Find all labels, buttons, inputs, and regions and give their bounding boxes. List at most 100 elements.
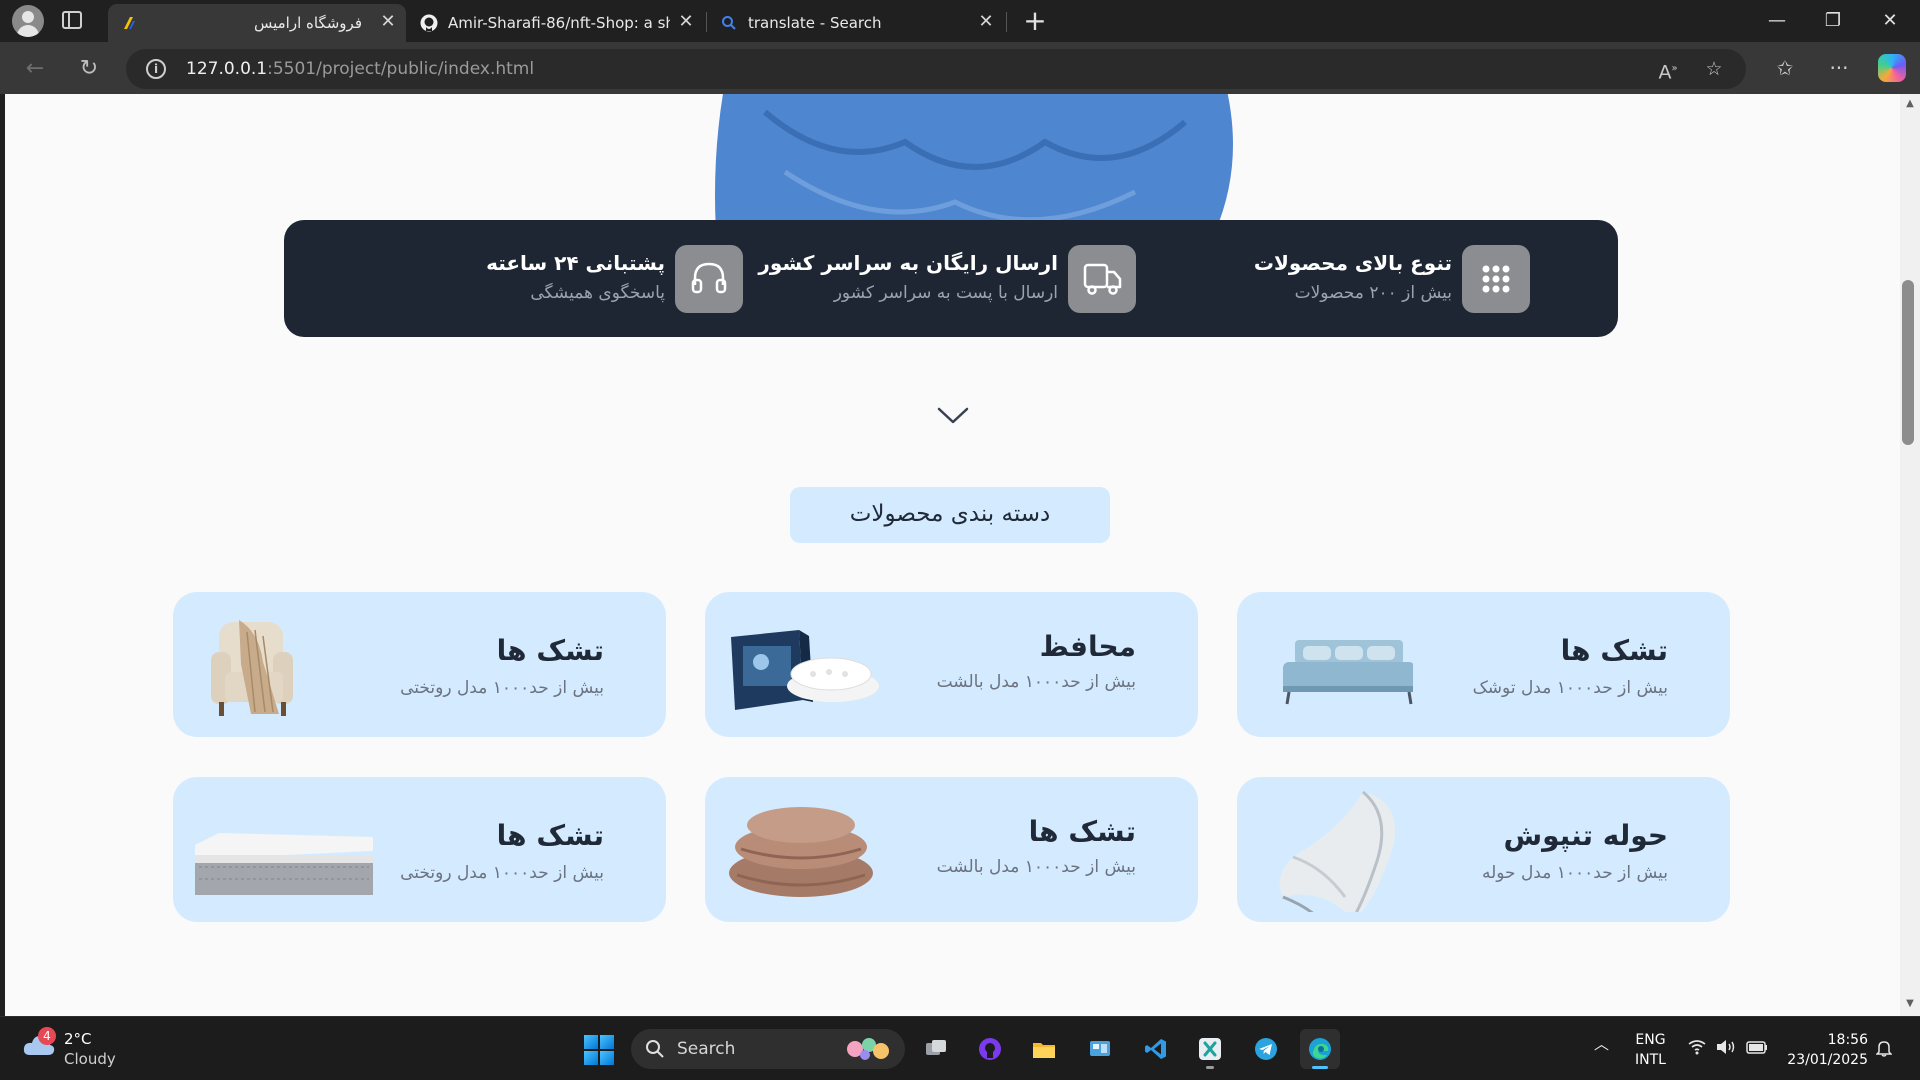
categories-heading: دسته بندی محصولات (790, 487, 1110, 543)
tab-github[interactable]: Amir-Sharafi-86/nft-Shop: a shop ✕ (408, 4, 704, 42)
chevron-down-icon[interactable] (935, 404, 971, 426)
tab-close-icon[interactable]: ✕ (676, 12, 696, 32)
folder-icon (1033, 1043, 1055, 1058)
favorites-icon[interactable]: ✩ (1770, 53, 1800, 83)
headphones-icon (675, 245, 743, 313)
taskbar-control-panel[interactable] (1080, 1029, 1120, 1069)
tab-strip: فروشگاه ارامیس ✕ Amir-Sharafi-86/nft-Sho… (0, 0, 1920, 42)
running-indicator (1206, 1066, 1214, 1069)
tab-close-icon[interactable]: ✕ (378, 12, 398, 32)
feature-title: ارسال رایگان به سراسر کشور (758, 251, 1058, 275)
language-code: ENG (1635, 1032, 1666, 1048)
active-indicator (1312, 1066, 1328, 1069)
tab-actions-icon[interactable] (62, 11, 82, 29)
category-title: تشک ها (496, 819, 604, 852)
read-aloud-icon[interactable]: A» (1656, 57, 1680, 83)
url-path: :5501/project/public/index.html (267, 59, 535, 79)
category-title: حوله تنپوش (1503, 819, 1668, 852)
more-menu-icon[interactable]: ··· (1824, 53, 1854, 83)
back-button[interactable]: ← (18, 52, 52, 86)
search-highlight-art-icon (847, 1038, 889, 1060)
taskbar-file-explorer[interactable] (1024, 1029, 1064, 1069)
protector-image (731, 630, 879, 710)
new-tab-button[interactable]: + (1020, 6, 1050, 36)
feature-subtitle: پاسخگوی همیشگی (530, 283, 665, 303)
towel-image (1279, 790, 1395, 912)
tab-translate-search[interactable]: translate - Search ✕ (708, 4, 1004, 42)
scroll-up-arrow[interactable]: ▲ (1900, 96, 1920, 112)
category-card-bathrobe[interactable]: حوله تنپوش بیش از حد۱۰۰۰ مدل حوله (1237, 777, 1730, 922)
copilot-icon[interactable] (1878, 54, 1906, 82)
url-host: 127.0.0.1 (186, 59, 268, 79)
taskbar-task-view[interactable] (916, 1029, 956, 1069)
vscode-icon (1145, 1039, 1166, 1059)
tab-separator (1006, 12, 1007, 32)
scrollbar-thumb[interactable] (1902, 280, 1914, 445)
notification-bell-icon[interactable] (1876, 1039, 1892, 1057)
x-tool-icon (1199, 1038, 1221, 1060)
tab-close-icon[interactable]: ✕ (976, 12, 996, 32)
window-close-button[interactable]: ✕ (1875, 8, 1905, 34)
url-text[interactable]: 127.0.0.1:5501/project/public/index.html (186, 59, 534, 79)
refresh-button[interactable]: ↻ (72, 52, 106, 86)
favorite-star-icon[interactable]: ☆ (1702, 57, 1726, 81)
tray-overflow-chevron-icon[interactable]: ︿ (1594, 1033, 1609, 1054)
taskbar-edge[interactable] (1300, 1029, 1340, 1069)
restore-button[interactable]: ❐ (1818, 8, 1848, 34)
category-subtitle: بیش از حد۱۰۰۰ مدل توشک (1472, 678, 1668, 698)
weather-temperature[interactable]: 2°C (64, 1030, 92, 1048)
weather-description[interactable]: Cloudy (64, 1050, 116, 1068)
taskbar-vscode[interactable] (1136, 1029, 1176, 1069)
search-icon (722, 16, 736, 30)
battery-icon[interactable] (1746, 1039, 1768, 1055)
input-language[interactable]: ENG INTL (1635, 1030, 1666, 1070)
wifi-icon[interactable] (1688, 1039, 1706, 1055)
category-card-mattress[interactable]: تشک ها بیش از حد۱۰۰۰ مدل توشک (1237, 592, 1730, 737)
taskbar-telegram[interactable] (1246, 1029, 1286, 1069)
scroll-down-arrow[interactable]: ▼ (1900, 996, 1920, 1012)
volume-icon[interactable] (1716, 1039, 1736, 1055)
feature-subtitle: ارسال با پست به سراسر کشور (833, 283, 1058, 303)
category-title: محافظ (1039, 630, 1136, 663)
category-card-bedspread[interactable]: تشک ها بیش از حد۱۰۰۰ مدل روتختی (173, 592, 666, 737)
taskbar-search-box[interactable]: Search (631, 1029, 905, 1069)
language-layout: INTL (1635, 1052, 1666, 1068)
minimize-button[interactable]: — (1762, 8, 1792, 34)
feature-variety: تنوع بالای محصولات بیش از ۲۰۰ محصولات (1230, 245, 1530, 313)
mattress-image (195, 833, 373, 895)
category-subtitle: بیش از حد۱۰۰۰ مدل بالشت (936, 672, 1136, 692)
weather-alert-badge: 4 (38, 1027, 56, 1045)
category-subtitle: بیش از حد۱۰۰۰ مدل حوله (1481, 863, 1668, 883)
taskbar-github-desktop[interactable] (970, 1029, 1010, 1069)
grid-dots-icon (1462, 245, 1530, 313)
feature-free-shipping: ارسال رایگان به سراسر کشور ارسال با پست … (758, 245, 1136, 313)
tab-title: فروشگاه ارامیس (253, 14, 362, 32)
github-desktop-icon (979, 1038, 1001, 1060)
site-info-icon[interactable]: i (146, 59, 166, 79)
address-bar[interactable]: i 127.0.0.1:5501/project/public/index.ht… (126, 49, 1746, 89)
category-subtitle: بیش از حد۱۰۰۰ مدل روتختی (400, 863, 604, 883)
feature-title: پشتبانی ۲۴ ساعته (486, 251, 665, 275)
tab-title: Amir-Sharafi-86/nft-Shop: a shop (448, 14, 670, 32)
windows-taskbar: 4 2°C Cloudy Search ︿ ENG INTL 18:56 23/… (0, 1016, 1920, 1080)
clock-time: 18:56 (1827, 1032, 1868, 1048)
scrollbar-track[interactable] (1900, 94, 1920, 1016)
site-favicon-icon (124, 17, 135, 29)
features-bar: تنوع بالای محصولات بیش از ۲۰۰ محصولات ار… (284, 220, 1618, 337)
profile-avatar-icon[interactable] (12, 5, 44, 37)
category-subtitle: بیش از حد۱۰۰۰ مدل بالشت (936, 857, 1136, 877)
folded-blanket-image (729, 807, 873, 897)
category-title: تشک ها (496, 634, 604, 667)
system-clock[interactable]: 18:56 23/01/2025 (1782, 1030, 1868, 1070)
taskbar-xcode-tool[interactable] (1190, 1029, 1230, 1069)
page-viewport: تنوع بالای محصولات بیش از ۲۰۰ محصولات ار… (5, 94, 1901, 1016)
category-card-protector[interactable]: محافظ بیش از حد۱۰۰۰ مدل بالشت (705, 592, 1198, 737)
tab-aramis-shop[interactable]: فروشگاه ارامیس ✕ (108, 4, 406, 42)
truck-icon (1068, 245, 1136, 313)
github-icon (420, 14, 438, 32)
category-card-folded-blanket[interactable]: تشک ها بیش از حد۱۰۰۰ مدل بالشت (705, 777, 1198, 922)
windows-start-icon[interactable] (584, 1035, 614, 1065)
category-title: تشک ها (1028, 815, 1136, 848)
category-card-mattress-2[interactable]: تشک ها بیش از حد۱۰۰۰ مدل روتختی (173, 777, 666, 922)
category-subtitle: بیش از حد۱۰۰۰ مدل روتختی (400, 678, 604, 698)
